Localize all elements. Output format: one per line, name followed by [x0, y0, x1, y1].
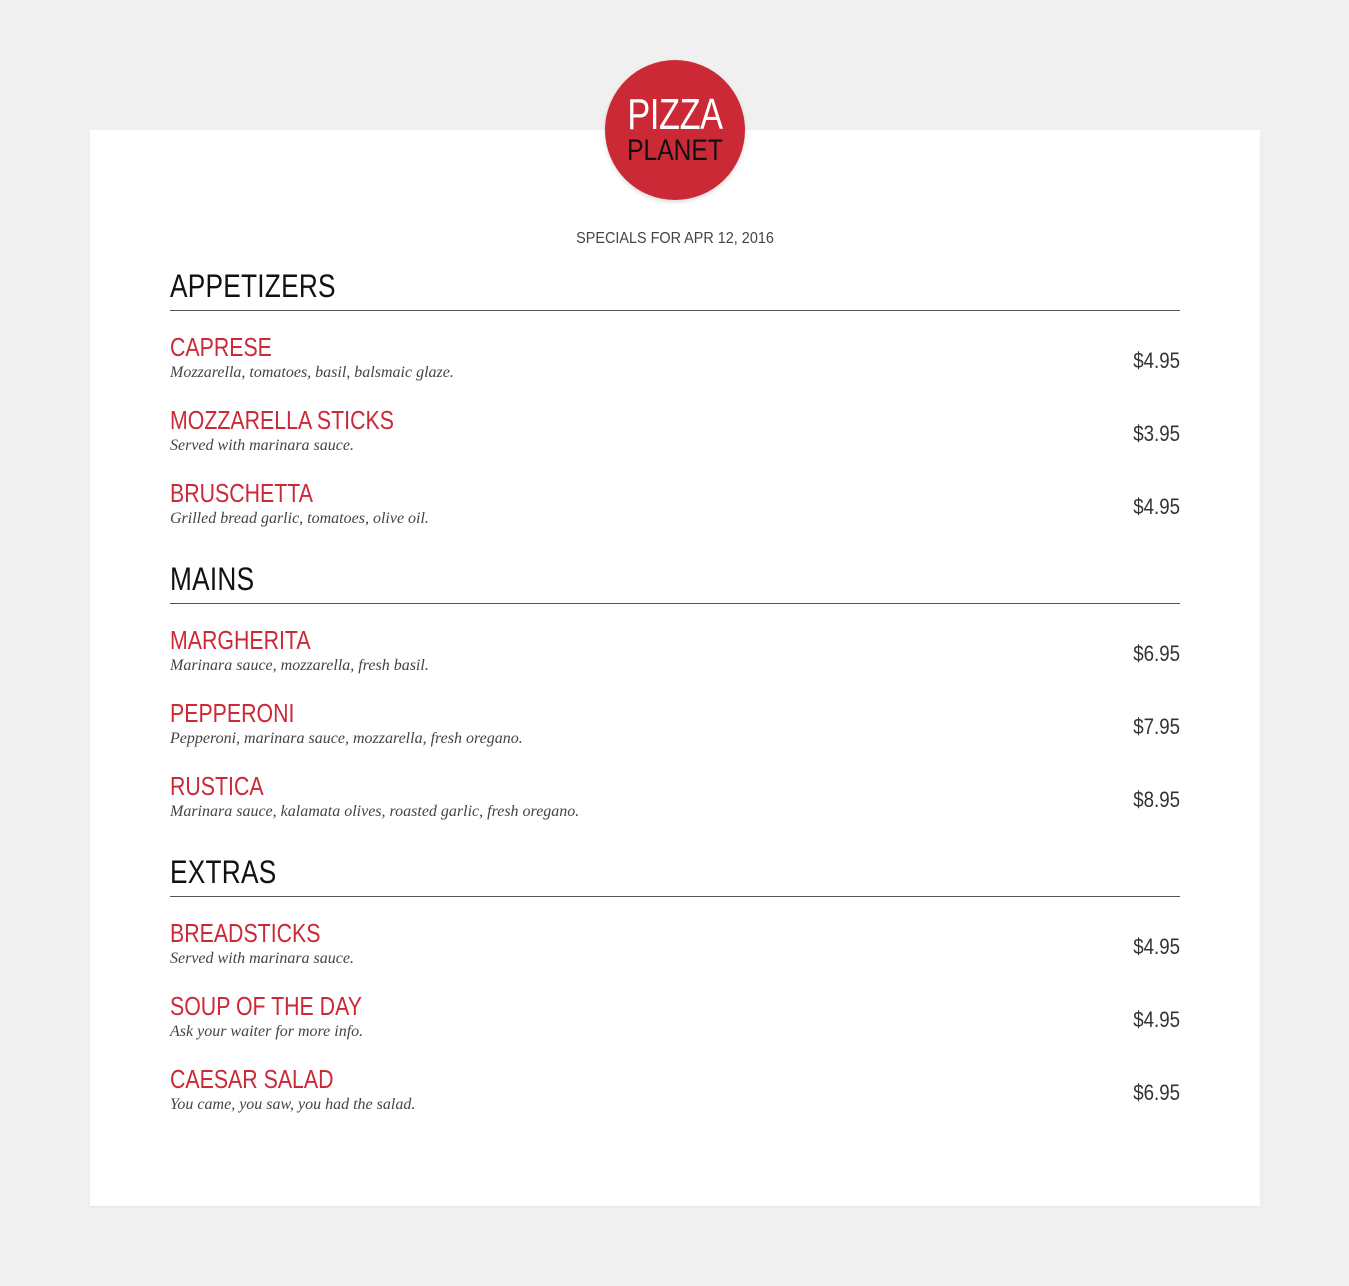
- item-name: CAPRESE: [170, 332, 272, 362]
- menu-item: BRUSCHETTA Grilled bread garlic, tomatoe…: [170, 457, 1180, 530]
- pizza-planet-logo: PIZZA PLANET: [605, 60, 745, 200]
- menu-item: BREADSTICKS Served with marinara sauce. …: [170, 897, 1180, 970]
- item-price: $6.95: [1133, 641, 1180, 666]
- item-price: $4.95: [1133, 494, 1180, 519]
- menu-item: CAPRESE Mozzarella, tomatoes, basil, bal…: [170, 311, 1180, 384]
- section-appetizers: APPETIZERS CAPRESE Mozzarella, tomatoes,…: [170, 264, 1180, 530]
- section-title: MAINS: [170, 561, 255, 597]
- logo-line-2: PLANET: [627, 134, 723, 167]
- menu-card: SPECIALS FOR APR 12, 2016 APPETIZERS CAP…: [90, 130, 1260, 1206]
- item-price: $7.95: [1133, 714, 1180, 739]
- item-price: $4.95: [1133, 1007, 1180, 1032]
- item-name: MOZZARELLA STICKS: [170, 405, 394, 435]
- menu-item: PEPPERONI Pepperoni, marinara sauce, moz…: [170, 677, 1180, 750]
- item-description: Served with marinara sauce.: [170, 950, 354, 967]
- item-description: Pepperoni, marinara sauce, mozzarella, f…: [170, 730, 523, 747]
- item-description: Grilled bread garlic, tomatoes, olive oi…: [170, 510, 429, 527]
- item-name: CAESAR SALAD: [170, 1064, 334, 1094]
- menu-item: MARGHERITA Marinara sauce, mozzarella, f…: [170, 604, 1180, 677]
- section-mains: MAINS MARGHERITA Marinara sauce, mozzare…: [170, 557, 1180, 823]
- menu-item: SOUP OF THE DAY Ask your waiter for more…: [170, 970, 1180, 1043]
- item-description: Ask your waiter for more info.: [170, 1023, 364, 1040]
- item-price: $4.95: [1133, 934, 1180, 959]
- item-description: Marinara sauce, mozzarella, fresh basil.: [170, 657, 429, 674]
- item-description: You came, you saw, you had the salad.: [170, 1096, 416, 1113]
- item-name: RUSTICA: [170, 771, 264, 801]
- item-price: $3.95: [1133, 421, 1180, 446]
- menu-item: RUSTICA Marinara sauce, kalamata olives,…: [170, 750, 1180, 823]
- item-description: Served with marinara sauce.: [170, 437, 354, 454]
- item-description: Marinara sauce, kalamata olives, roasted…: [170, 803, 580, 820]
- item-price: $8.95: [1133, 787, 1180, 812]
- menu-item: MOZZARELLA STICKS Served with marinara s…: [170, 384, 1180, 457]
- section-title: APPETIZERS: [170, 268, 336, 304]
- item-name: BREADSTICKS: [170, 918, 321, 948]
- item-description: Mozzarella, tomatoes, basil, balsmaic gl…: [170, 364, 454, 381]
- item-price: $6.95: [1133, 1080, 1180, 1105]
- item-name: SOUP OF THE DAY: [170, 991, 362, 1021]
- menu-item: CAESAR SALAD You came, you saw, you had …: [170, 1043, 1180, 1116]
- item-name: BRUSCHETTA: [170, 478, 313, 508]
- section-extras: EXTRAS BREADSTICKS Served with marinara …: [170, 850, 1180, 1116]
- section-title: EXTRAS: [170, 854, 277, 890]
- item-price: $4.95: [1133, 348, 1180, 373]
- item-name: PEPPERONI: [170, 698, 295, 728]
- item-name: MARGHERITA: [170, 625, 311, 655]
- logo-line-1: PIZZA: [627, 90, 723, 139]
- specials-date: SPECIALS FOR APR 12, 2016: [576, 230, 774, 247]
